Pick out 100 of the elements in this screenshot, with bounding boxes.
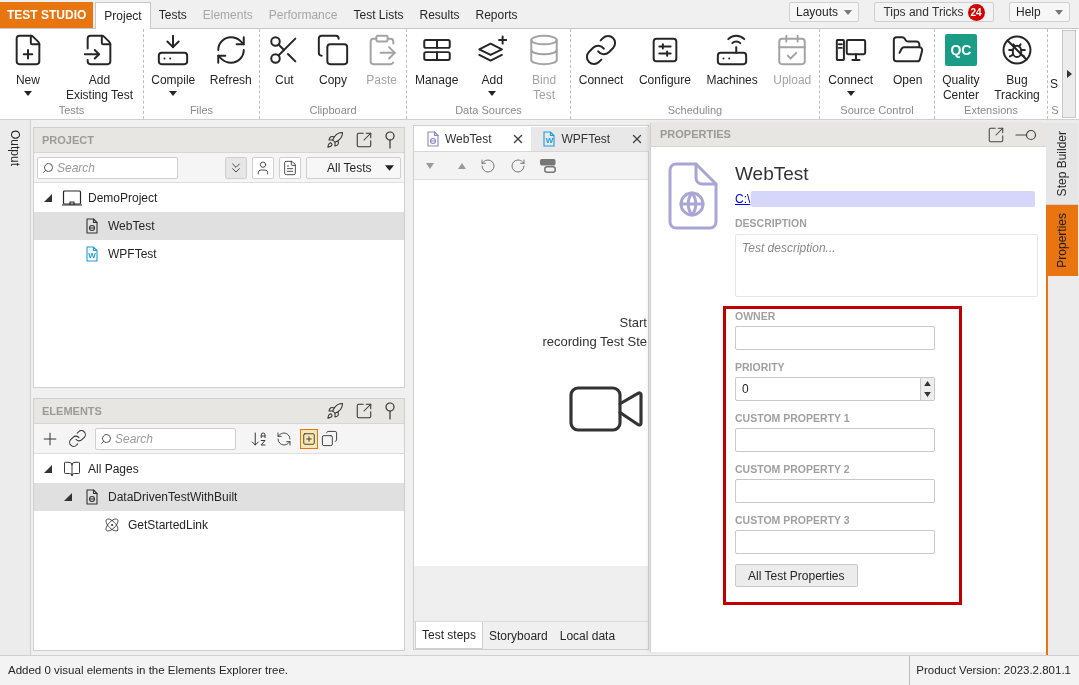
group-label: Scheduling: [667, 103, 723, 118]
book-icon: [62, 460, 82, 478]
menu-tab[interactable]: Test Lists: [345, 2, 412, 28]
pin-icon[interactable]: [384, 402, 396, 420]
tree-item[interactable]: DataDrivenTestWithBuilt: [34, 483, 404, 511]
document-tab[interactable]: W WPFTest: [531, 127, 651, 151]
caret-down-icon: [488, 91, 497, 96]
redo-icon[interactable]: [510, 157, 526, 174]
undo-icon[interactable]: [480, 157, 496, 174]
file-globe-icon: [86, 489, 98, 505]
file-globe-icon: [668, 162, 718, 230]
group-label: Source Control: [840, 103, 914, 118]
pop-out-icon[interactable]: [987, 125, 1005, 144]
tree-item[interactable]: WebTest: [34, 212, 404, 240]
pop-out-icon[interactable]: [355, 402, 373, 420]
triangle-up-icon[interactable]: [458, 162, 466, 169]
qc-logo: QC: [944, 34, 977, 66]
ribbon-button[interactable]: Open: [885, 29, 930, 88]
toggle-button[interactable]: [300, 428, 318, 449]
rocket-icon[interactable]: [326, 131, 344, 149]
caret-down-icon: [1055, 9, 1063, 15]
atom-icon: [104, 517, 120, 533]
caret-down-icon: [844, 9, 852, 15]
bottom-tab[interactable]: Test steps: [415, 622, 484, 649]
spin-up-button[interactable]: [920, 378, 934, 389]
filter-dropdown[interactable]: All Tests: [306, 156, 401, 179]
panel-title: PROJECT: [42, 132, 94, 148]
text-field[interactable]: [735, 326, 935, 350]
panel-title: PROPERTIES: [660, 127, 731, 143]
field-label: CUSTOM PROPERTY 1: [735, 411, 850, 425]
count-badge: 24: [967, 3, 985, 21]
help-dropdown[interactable]: Help: [1009, 2, 1070, 22]
ribbon-button[interactable]: QC Quality Center: [938, 29, 984, 103]
all-properties-button[interactable]: All Test Properties: [735, 564, 858, 587]
triangle-icon[interactable]: [64, 493, 72, 501]
toolbar-button[interactable]: [252, 156, 274, 179]
ribbon-button[interactable]: Add Existing Test: [61, 29, 138, 103]
bottom-tab[interactable]: Local data: [553, 622, 622, 649]
ribbon-button[interactable]: Machines: [702, 29, 762, 88]
spin-down-button[interactable]: [920, 389, 934, 400]
side-tab[interactable]: Properties: [1046, 205, 1078, 277]
refresh-icon[interactable]: [276, 430, 292, 447]
bottom-tab[interactable]: Storyboard: [483, 622, 554, 649]
ribbon-button[interactable]: Connect: [574, 29, 628, 88]
ribbon-button[interactable]: Cut: [262, 29, 307, 88]
group-label: Clipboard: [309, 103, 357, 118]
link-icon: [584, 33, 619, 67]
person-icon: [255, 159, 271, 176]
search-field[interactable]: Search: [95, 427, 236, 450]
pin-icon[interactable]: [1015, 128, 1037, 141]
copy-icon[interactable]: [321, 430, 338, 447]
file-globe-icon: [86, 218, 98, 234]
menu-tab[interactable]: Project: [95, 2, 151, 29]
ribbon-button[interactable]: Configure: [634, 29, 695, 88]
ribbon-button[interactable]: Compile: [147, 29, 200, 96]
toolbar-button[interactable]: [225, 156, 247, 179]
link-icon[interactable]: [68, 429, 87, 448]
ribbon-button[interactable]: New: [5, 29, 50, 96]
ribbon-button[interactable]: Manage: [410, 29, 463, 88]
rocket-icon[interactable]: [326, 402, 344, 420]
triangle-up-icon: [924, 381, 931, 386]
side-tab[interactable]: Output: [0, 126, 31, 171]
text-field[interactable]: [735, 530, 935, 554]
side-tab[interactable]: Step Builder: [1046, 123, 1078, 206]
triangle-icon[interactable]: [44, 465, 52, 473]
file-path-link[interactable]: C:\: [735, 189, 751, 208]
field-label: CUSTOM PROPERTY 2: [735, 462, 850, 476]
search-field[interactable]: Search: [37, 156, 178, 179]
field-label: OWNER: [735, 309, 776, 323]
ribbon-button[interactable]: Add: [470, 29, 515, 96]
layouts-dropdown[interactable]: Layouts: [789, 2, 859, 22]
ribbon-button[interactable]: Copy: [311, 29, 355, 88]
pin-icon[interactable]: [384, 131, 396, 149]
text-field[interactable]: [735, 428, 935, 452]
text-field[interactable]: [735, 479, 935, 503]
description-field[interactable]: Test description...: [735, 234, 1038, 297]
triangle-down-icon[interactable]: [426, 162, 434, 169]
ribbon-button[interactable]: Refresh: [205, 29, 256, 88]
menu-tab[interactable]: Reports: [467, 2, 526, 28]
pop-out-icon[interactable]: [355, 131, 373, 149]
sort-icon[interactable]: [250, 429, 268, 448]
menu-tab[interactable]: Tests: [150, 2, 195, 28]
stacked-bars-icon[interactable]: [540, 158, 556, 173]
group-label: Extensions: [964, 103, 1018, 118]
triangle-icon[interactable]: [44, 194, 52, 202]
ribbon-button[interactable]: Bug Tracking: [990, 29, 1044, 103]
caret-right-icon: [1066, 70, 1072, 78]
ribbon-button[interactable]: Connect: [824, 29, 877, 96]
square-plus-icon: [302, 431, 316, 446]
tips-button[interactable]: Tips and Tricks 24: [874, 2, 994, 22]
copy-icon: [316, 33, 350, 67]
ribbon-button[interactable]: S: [1048, 29, 1060, 92]
menu-tab[interactable]: Results: [411, 2, 468, 28]
toolbar-button[interactable]: [279, 156, 301, 179]
file-letter-icon: W: [543, 131, 556, 147]
caret-down-icon: [385, 164, 394, 171]
router-icon: [715, 33, 750, 67]
number-field[interactable]: 0: [735, 377, 935, 401]
group-label: Files: [189, 103, 214, 118]
version-label: Product Version: 2023.2.801.1: [909, 656, 1079, 685]
